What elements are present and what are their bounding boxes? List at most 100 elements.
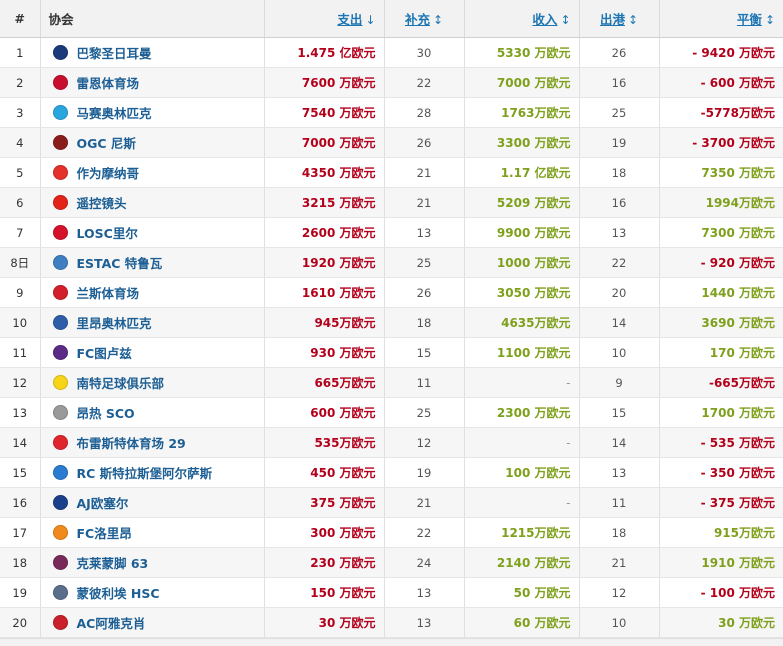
sort-toggle-icon[interactable]: ↕ — [628, 13, 638, 27]
table-row[interactable]: 14 布雷斯特体育场 29 535万欧元 12-14- 535 万欧元 — [0, 427, 783, 458]
rank-cell: 20 — [0, 607, 41, 638]
departures-cell: 10 — [579, 337, 660, 368]
club-crest-icon[interactable] — [52, 315, 68, 330]
sort-toggle-icon[interactable]: ↕ — [560, 13, 570, 27]
transfer-balance-table: # 协会 支出 ↓ 补充 ↕ 收入 ↕ 出港 ↕ 平衡 ↕ 1 巴黎圣日耳曼 1.475 亿欧… — [0, 0, 783, 638]
club-link[interactable]: 兰斯体育场 — [77, 283, 140, 302]
club-crest-icon[interactable] — [52, 465, 68, 480]
spend-cell: 7000 万欧元 — [264, 127, 385, 158]
club-link[interactable]: 里昂奥林匹克 — [77, 313, 152, 332]
balance-cell: - 600 万欧元 — [659, 67, 783, 98]
sort-toggle-icon[interactable]: ↕ — [765, 13, 775, 27]
table-row[interactable]: 3 马赛奥林匹克 7540 万欧元 28 1763万欧元 25 -5778万欧元 — [0, 97, 783, 128]
rank-cell: 19 — [0, 577, 41, 608]
table-row[interactable]: 19 蒙彼利埃 HSC 150 万欧元 13 50 万欧元 12- 100 万欧元 — [0, 577, 783, 608]
club-crest-icon[interactable] — [52, 165, 68, 180]
club-crest-icon[interactable] — [52, 525, 68, 540]
club-link[interactable]: 南特足球俱乐部 — [77, 373, 165, 392]
club-crest-icon[interactable] — [52, 615, 68, 630]
club-crest-icon[interactable] — [52, 255, 68, 270]
header-arrivals[interactable]: 补充 ↕ — [384, 0, 465, 38]
club-link[interactable]: 昂热 SCO — [77, 403, 135, 422]
header-club-label: 协会 — [48, 12, 74, 27]
club-crest-icon[interactable] — [52, 585, 68, 600]
table-row[interactable]: 12 南特足球俱乐部 665万欧元 11-9 -665万欧元 — [0, 367, 783, 398]
table-row[interactable]: 15 RC 斯特拉斯堡阿尔萨斯 450 万欧元 19 100 万欧元 13- 350 万欧… — [0, 457, 783, 488]
club-crest-icon[interactable] — [52, 345, 68, 360]
table-row[interactable]: 20 AC阿雅克肖 30 万欧元 13 60 万欧元 10 30 万欧元 — [0, 607, 783, 638]
balance-cell: - 3700 万欧元 — [659, 127, 783, 158]
club-link[interactable]: 作为摩纳哥 — [77, 163, 140, 182]
table-row[interactable]: 5 作为摩纳哥 4350 万欧元 21 1.17 亿欧元 18 7350 万欧元 — [0, 157, 783, 188]
table-row[interactable]: 17 FC洛里昂 300 万欧元 22 1215万欧元 18 915万欧元 — [0, 517, 783, 548]
spend-cell: 7540 万欧元 — [264, 97, 385, 128]
header-balance[interactable]: 平衡 ↕ — [659, 0, 783, 38]
spend-cell: 230 万欧元 — [264, 547, 385, 578]
club-crest-icon[interactable] — [52, 435, 68, 450]
club-link[interactable]: FC图卢兹 — [77, 343, 132, 362]
arrivals-cell: 13 — [384, 607, 465, 638]
club-crest-icon[interactable] — [52, 285, 68, 300]
header-spend[interactable]: 支出 ↓ — [264, 0, 385, 38]
club-link[interactable]: 蒙彼利埃 HSC — [77, 583, 160, 602]
club-link[interactable]: 克莱蒙脚 63 — [77, 553, 149, 572]
departures-cell: 14 — [579, 427, 660, 458]
table-body: 1 巴黎圣日耳曼 1.475 亿欧元 30 5330 万欧元 26- 9420 万欧元 2 雷… — [0, 37, 783, 638]
club-crest-icon[interactable] — [52, 405, 68, 420]
table-row[interactable]: 1 巴黎圣日耳曼 1.475 亿欧元 30 5330 万欧元 26- 9420 万欧元 — [0, 37, 783, 68]
club-link[interactable]: 马赛奥林匹克 — [77, 103, 152, 122]
table-row[interactable]: 7 LOSC里尔 2600 万欧元 13 9900 万欧元 13 7300 万欧元 — [0, 217, 783, 248]
club-link[interactable]: 雷恩体育场 — [77, 73, 140, 92]
club-crest-icon[interactable] — [52, 555, 68, 570]
club-link[interactable]: AJ欧塞尔 — [77, 493, 129, 512]
table-row[interactable]: 9 兰斯体育场 1610 万欧元 26 3050 万欧元 20 1440 万欧元 — [0, 277, 783, 308]
club-crest-icon[interactable] — [52, 75, 68, 90]
departures-cell: 18 — [579, 157, 660, 188]
arrivals-cell: 30 — [384, 37, 465, 68]
header-income[interactable]: 收入 ↕ — [464, 0, 580, 38]
table-row[interactable]: 16 AJ欧塞尔 375 万欧元 21-11- 375 万欧元 — [0, 487, 783, 518]
table-row[interactable]: 18 克莱蒙脚 63 230 万欧元 24 2140 万欧元 21 1910 万欧元 — [0, 547, 783, 578]
header-departures[interactable]: 出港 ↕ — [579, 0, 660, 38]
spend-cell: 1.475 亿欧元 — [264, 37, 385, 68]
table-row[interactable]: 13 昂热 SCO 600 万欧元 25 2300 万欧元 15 1700 万欧元 — [0, 397, 783, 428]
club-crest-icon[interactable] — [52, 105, 68, 120]
table-row[interactable]: 2 雷恩体育场 7600 万欧元 22 7000 万欧元 16- 600 万欧元 — [0, 67, 783, 98]
header-income-label[interactable]: 收入 — [532, 12, 557, 27]
club-link[interactable]: RC 斯特拉斯堡阿尔萨斯 — [77, 463, 213, 482]
club-crest-icon[interactable] — [52, 135, 68, 150]
header-balance-label[interactable]: 平衡 — [737, 12, 762, 27]
rank-cell: 17 — [0, 517, 41, 548]
club-link[interactable]: LOSC里尔 — [77, 223, 138, 242]
club-link[interactable]: ESTAC 特鲁瓦 — [77, 253, 163, 272]
club-link[interactable]: 布雷斯特体育场 29 — [77, 433, 186, 452]
club-crest-icon[interactable] — [52, 225, 68, 240]
table-row[interactable]: 11 FC图卢兹 930 万欧元 15 1100 万欧元 10 170 万欧元 — [0, 337, 783, 368]
club-cell: 南特足球俱乐部 — [40, 367, 265, 398]
header-departures-label[interactable]: 出港 — [600, 12, 625, 27]
header-arrivals-label[interactable]: 补充 — [405, 12, 430, 27]
table-row[interactable]: 8日 ESTAC 特鲁瓦 1920 万欧元 25 1000 万欧元 22- 920 万欧元 — [0, 247, 783, 278]
club-cell: 布雷斯特体育场 29 — [40, 427, 265, 458]
club-crest-icon[interactable] — [52, 375, 68, 390]
balance-cell: 3690 万欧元 — [659, 307, 783, 338]
table-row[interactable]: 6 遥控镜头 3215 万欧元 21 5209 万欧元 16 1994万欧元 — [0, 187, 783, 218]
club-crest-icon[interactable] — [52, 45, 68, 60]
income-cell: 3050 万欧元 — [464, 277, 580, 308]
sort-toggle-icon[interactable]: ↕ — [433, 13, 443, 27]
spend-cell: 665万欧元 — [264, 367, 385, 398]
club-link[interactable]: FC洛里昂 — [77, 523, 132, 542]
table-row[interactable]: 10 里昂奥林匹克 945万欧元 18 4635万欧元 14 3690 万欧元 — [0, 307, 783, 338]
table-header-row: # 协会 支出 ↓ 补充 ↕ 收入 ↕ 出港 ↕ 平衡 ↕ — [0, 0, 783, 38]
rank-cell: 6 — [0, 187, 41, 218]
table-row[interactable]: 4 OGC 尼斯 7000 万欧元 26 3300 万欧元 19- 3700 万欧元 — [0, 127, 783, 158]
club-crest-icon[interactable] — [52, 195, 68, 210]
club-crest-icon[interactable] — [52, 495, 68, 510]
club-link[interactable]: AC阿雅克肖 — [77, 613, 146, 632]
club-link[interactable]: 遥控镜头 — [77, 193, 127, 212]
header-spend-label[interactable]: 支出 — [337, 12, 362, 27]
club-link[interactable]: 巴黎圣日耳曼 — [77, 43, 152, 62]
spend-cell: 30 万欧元 — [264, 607, 385, 638]
sort-descending-icon[interactable]: ↓ — [365, 13, 375, 27]
club-link[interactable]: OGC 尼斯 — [77, 133, 136, 152]
